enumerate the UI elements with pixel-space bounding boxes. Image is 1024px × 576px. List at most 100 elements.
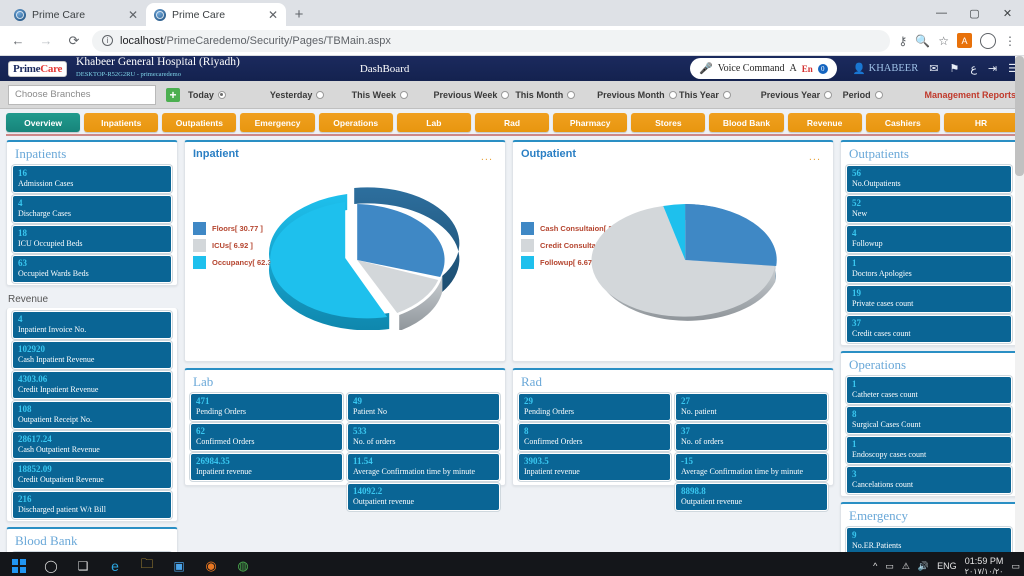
stat-tile[interactable]: 56 No.Outpatients [846,165,1012,193]
user-menu[interactable]: 👤 KHABEER [853,62,919,75]
voice-command-button[interactable]: 🎤 Voice Command A En 0 [690,58,837,79]
tab-rad[interactable]: Rad [474,113,550,132]
menu-icon[interactable]: ⋮ [1004,34,1016,48]
minimize-button[interactable]: — [925,0,958,26]
stat-tile[interactable]: 37 No. of orders [675,423,828,451]
radio-icon[interactable] [400,90,409,99]
radio-icon[interactable] [501,90,510,99]
radio-icon[interactable] [668,90,677,99]
store-icon[interactable]: ▣ [164,552,194,576]
flag-icon[interactable]: ⚑ [949,62,959,75]
chevron-up-icon[interactable]: ^ [873,561,877,571]
arabic-language-icon[interactable]: ع [970,62,977,75]
stat-tile[interactable]: 26984.35 Inpatient revenue [190,453,343,481]
tab-operations[interactable]: Operations [318,113,393,132]
radio-icon[interactable] [824,90,833,99]
stat-tile[interactable]: 4 Followup [846,225,1012,253]
translate-icon[interactable]: A [789,63,796,74]
search-icon[interactable]: ◯ [36,552,66,576]
star-icon[interactable]: ☆ [938,34,949,48]
extension-icon[interactable]: A [957,33,972,48]
stat-tile[interactable]: 102920 Cash Inpatient Revenue [12,341,172,369]
tab-emergency[interactable]: Emergency [240,113,315,132]
period-option-previous-week[interactable]: Previous Week [433,90,515,100]
stat-tile[interactable]: 1 Doctors Apologies [846,255,1012,283]
period-option-previous-year[interactable]: Previous Year [761,90,843,100]
browser-tab-2[interactable]: Prime Care ✕ [146,3,286,26]
stat-tile[interactable]: 62 Confirmed Orders [190,423,343,451]
tab-blood-bank[interactable]: Blood Bank [709,113,784,132]
close-icon[interactable]: ✕ [268,9,278,21]
tab-overview[interactable]: Overview [6,113,81,132]
firefox-icon[interactable]: ◉ [196,552,226,576]
stat-tile[interactable]: 14092.2 Outpatient revenue [347,483,500,511]
stat-tile[interactable]: 8898.8 Outpatient revenue [675,483,828,511]
mail-icon[interactable]: ✉ [929,62,938,75]
stat-tile[interactable]: 8 Confirmed Orders [518,423,671,451]
logout-icon[interactable]: ⇥ [988,62,997,75]
stat-tile[interactable]: 29 Pending Orders [518,393,671,421]
address-bar[interactable]: i localhost/PrimeCaredemo/Security/Pages… [92,29,891,52]
tab-pharmacy[interactable]: Pharmacy [553,113,628,132]
add-branch-button[interactable]: + [166,87,180,102]
tab-cashiers[interactable]: Cashiers [865,113,940,132]
period-option-today[interactable]: Today [188,90,270,100]
volume-icon[interactable]: 🔊 [918,561,929,572]
key-icon[interactable]: ⚷ [898,34,907,48]
stat-tile[interactable]: 216 Discharged patient W/t Bill [12,491,172,519]
stat-tile[interactable]: 8 Surgical Cases Count [846,406,1012,434]
stat-tile[interactable]: 9 No.ER.Patients [846,527,1012,552]
search-icon[interactable]: 🔍 [915,34,930,48]
tab-stores[interactable]: Stores [631,113,706,132]
stat-tile[interactable]: 4 Inpatient Invoice No. [12,311,172,339]
stat-tile[interactable]: 3903.5 Inpatient revenue [518,453,671,481]
stat-tile[interactable]: 3 Cancelations count [846,466,1012,494]
stat-tile[interactable]: 108 Outpatient Receipt No. [12,401,172,429]
notifications-icon[interactable]: ▭ [1011,561,1020,572]
close-icon[interactable]: ✕ [128,9,138,21]
reload-icon[interactable]: ⟳ [64,31,84,51]
back-icon[interactable]: ← [8,31,28,51]
page-scrollbar[interactable] [1015,56,1024,552]
file-explorer-icon[interactable]: 🗀 [132,552,162,576]
period-option-period[interactable]: Period [843,90,925,100]
battery-icon[interactable]: ▭ [885,561,894,572]
radio-icon[interactable] [722,90,731,99]
clock[interactable]: 01:59 PM ٢٠١٧/١٠/٢٠ [965,556,1004,576]
stat-tile[interactable]: 4303.06 Credit Inpatient Revenue [12,371,172,399]
tab-hr[interactable]: HR [943,113,1019,132]
close-window-button[interactable]: ✕ [991,0,1024,26]
language-indicator[interactable]: ENG [937,561,957,571]
management-reports-link[interactable]: Management Reports [924,90,1016,100]
period-option-this-year[interactable]: This Year [679,90,761,100]
stat-tile[interactable]: 49 Patient No [347,393,500,421]
radio-icon[interactable] [217,90,226,99]
stat-tile[interactable]: 471 Pending Orders [190,393,343,421]
scrollbar-thumb[interactable] [1015,56,1024,176]
radio-icon[interactable] [874,90,883,99]
stat-tile[interactable]: 4 Discharge Cases [12,195,172,223]
stat-tile[interactable]: 52 New [846,195,1012,223]
tab-inpatients[interactable]: Inpatients [84,113,159,132]
maximize-button[interactable]: ▢ [958,0,991,26]
language-label[interactable]: En [802,64,813,74]
stat-tile[interactable]: 533 No. of orders [347,423,500,451]
browser-tab-1[interactable]: Prime Care ✕ [6,3,146,26]
site-info-icon[interactable]: i [102,35,113,46]
stat-tile[interactable]: 37 Credit cases count [846,315,1012,343]
avatar[interactable] [980,32,996,49]
chrome-icon[interactable]: ◍ [228,552,258,576]
stat-tile[interactable]: 16 Admission Cases [12,165,172,193]
stat-tile[interactable]: -15 Average Confirmation time by minute [675,453,828,481]
radio-icon[interactable] [567,90,576,99]
tab-outpatients[interactable]: Outpatients [162,113,237,132]
stat-tile[interactable]: 19 Private cases count [846,285,1012,313]
task-view-icon[interactable]: ❑ [68,552,98,576]
stat-tile[interactable]: 63 Occupied Wards Beds [12,255,172,283]
period-option-yesterday[interactable]: Yesterday [270,90,352,100]
stat-tile[interactable]: 1 Catheter cases count [846,376,1012,404]
period-option-this-month[interactable]: This Month [515,90,597,100]
tab-revenue[interactable]: Revenue [787,113,862,132]
edge-icon[interactable]: e [100,552,130,576]
forward-icon[interactable]: → [36,31,56,51]
